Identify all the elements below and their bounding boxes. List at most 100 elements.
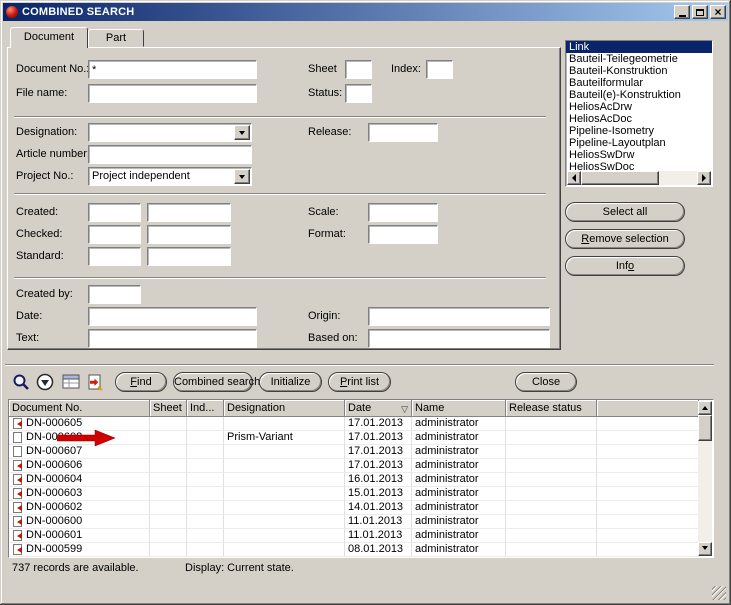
- display-state-text: Display: Current state.: [185, 561, 294, 575]
- result-list-icon-button[interactable]: [60, 372, 82, 392]
- scroll-up-button[interactable]: [698, 401, 712, 415]
- document-edit-icon-button[interactable]: [84, 372, 106, 392]
- sort-indicator-icon[interactable]: ▽: [401, 401, 408, 417]
- checked-date-input[interactable]: [88, 225, 141, 244]
- table-row[interactable]: DN-000602 14.01.2013 administrator: [9, 501, 699, 515]
- vscrollbar-track[interactable]: [698, 441, 712, 542]
- filter-icon-button[interactable]: [34, 372, 56, 392]
- scale-label: Scale:: [308, 203, 339, 222]
- arrow-right-icon: [702, 174, 710, 182]
- designation-combo[interactable]: [88, 123, 252, 142]
- cell-date: 08.01.2013: [345, 543, 412, 557]
- resize-grip[interactable]: [712, 586, 726, 600]
- document-icon: [13, 530, 22, 541]
- standard-date-input[interactable]: [88, 247, 141, 266]
- table-row[interactable]: DN-000604 16.01.2013 administrator: [9, 473, 699, 487]
- table-row[interactable]: DN-000601 11.01.2013 administrator: [9, 529, 699, 543]
- scroll-left-button[interactable]: [567, 171, 581, 185]
- hscrollbar-thumb[interactable]: [581, 171, 659, 185]
- list-item[interactable]: HeliosSwDrw: [566, 149, 712, 161]
- cell-index: [187, 473, 224, 487]
- text-input[interactable]: [88, 329, 257, 348]
- status-input[interactable]: [345, 84, 372, 103]
- scroll-down-button[interactable]: [698, 542, 712, 556]
- origin-input[interactable]: [368, 307, 550, 326]
- created-date-input[interactable]: [88, 203, 141, 222]
- table-vscrollbar[interactable]: [698, 401, 712, 556]
- initialize-button[interactable]: Initialize: [259, 372, 322, 392]
- column-header-designation[interactable]: Designation: [224, 400, 345, 417]
- list-item-link[interactable]: Link: [566, 41, 712, 53]
- document-icon: [13, 488, 22, 499]
- created-by-input[interactable]: [88, 285, 141, 304]
- vscrollbar-thumb[interactable]: [698, 415, 712, 441]
- app-icon: [6, 6, 18, 18]
- list-item[interactable]: HeliosAcDoc: [566, 113, 712, 125]
- date-label: Date:: [16, 307, 42, 326]
- close-dialog-button[interactable]: Close: [515, 372, 577, 392]
- cell-document-no: DN-000602: [26, 501, 82, 514]
- release-input[interactable]: [368, 123, 438, 142]
- sheet-input[interactable]: [345, 60, 372, 79]
- link-listbox[interactable]: Link Bauteil-Teilegeometrie Bauteil-Kons…: [565, 40, 713, 187]
- column-header-date[interactable]: Date▽: [345, 400, 412, 417]
- find-button[interactable]: Find: [115, 372, 167, 392]
- list-item[interactable]: Pipeline-Layoutplan: [566, 137, 712, 149]
- created-name-input[interactable]: [147, 203, 231, 222]
- cell-name: administrator: [412, 501, 506, 515]
- column-header-document-no[interactable]: Document No.: [9, 400, 150, 417]
- result-list-icon: [62, 374, 80, 390]
- document-no-input[interactable]: [88, 60, 257, 79]
- hscrollbar-track[interactable]: [659, 171, 697, 185]
- list-item[interactable]: HeliosAcDrw: [566, 101, 712, 113]
- tab-document[interactable]: Document: [10, 27, 88, 48]
- column-header-name[interactable]: Name: [412, 400, 506, 417]
- magnifier-icon-button[interactable]: [10, 372, 32, 392]
- remove-selection-button[interactable]: Remove selection: [565, 229, 685, 249]
- list-item[interactable]: Bauteil-Konstruktion: [566, 65, 712, 77]
- table-row[interactable]: DN-000607 17.01.2013 administrator: [9, 445, 699, 459]
- tab-part[interactable]: Part: [88, 29, 144, 47]
- list-item[interactable]: Pipeline-Isometry: [566, 125, 712, 137]
- listbox-hscrollbar[interactable]: [567, 171, 711, 185]
- list-item[interactable]: Bauteilformular: [566, 77, 712, 89]
- file-name-input[interactable]: [88, 84, 257, 103]
- table-row[interactable]: DN-000600 11.01.2013 administrator: [9, 515, 699, 529]
- info-button[interactable]: Info: [565, 256, 685, 276]
- table-row[interactable]: DN-000603 15.01.2013 administrator: [9, 487, 699, 501]
- index-input[interactable]: [426, 60, 453, 79]
- minimize-button[interactable]: [674, 5, 690, 19]
- project-no-label: Project No.:: [16, 167, 73, 186]
- table-row[interactable]: DN-000606 17.01.2013 administrator: [9, 459, 699, 473]
- titlebar[interactable]: COMBINED SEARCH ×: [3, 3, 728, 21]
- scale-input[interactable]: [368, 203, 438, 222]
- article-number-input[interactable]: [88, 145, 252, 164]
- column-header-sheet[interactable]: Sheet: [150, 400, 187, 417]
- column-header-release-status[interactable]: Release status: [506, 400, 597, 417]
- date-input[interactable]: [88, 307, 257, 326]
- list-item[interactable]: Bauteil(e)-Konstruktion: [566, 89, 712, 101]
- standard-name-input[interactable]: [147, 247, 231, 266]
- column-header-index[interactable]: Ind...: [187, 400, 224, 417]
- select-all-button[interactable]: Select all: [565, 202, 685, 222]
- designation-combo-arrow[interactable]: [234, 125, 250, 140]
- maximize-button[interactable]: [692, 5, 708, 19]
- table-row[interactable]: DN-000599 08.01.2013 administrator: [9, 543, 699, 557]
- scroll-right-button[interactable]: [697, 171, 711, 185]
- format-input[interactable]: [368, 225, 438, 244]
- cell-sheet: [150, 431, 187, 445]
- file-name-label: File name:: [16, 84, 67, 103]
- cell-release-status: [506, 487, 597, 501]
- cell-designation: [224, 487, 345, 501]
- close-button[interactable]: ×: [710, 5, 726, 19]
- print-list-button[interactable]: Print list: [328, 372, 391, 392]
- cell-designation: Prism-Variant: [224, 431, 345, 445]
- project-no-combo-arrow[interactable]: [234, 169, 250, 184]
- combined-search-button[interactable]: Combined search: [173, 372, 253, 392]
- project-no-combo[interactable]: Project independent: [88, 167, 252, 186]
- chevron-down-icon: [239, 175, 245, 182]
- based-on-input[interactable]: [368, 329, 550, 348]
- list-item[interactable]: Bauteil-Teilegeometrie: [566, 53, 712, 65]
- checked-name-input[interactable]: [147, 225, 231, 244]
- cell-sheet: [150, 543, 187, 557]
